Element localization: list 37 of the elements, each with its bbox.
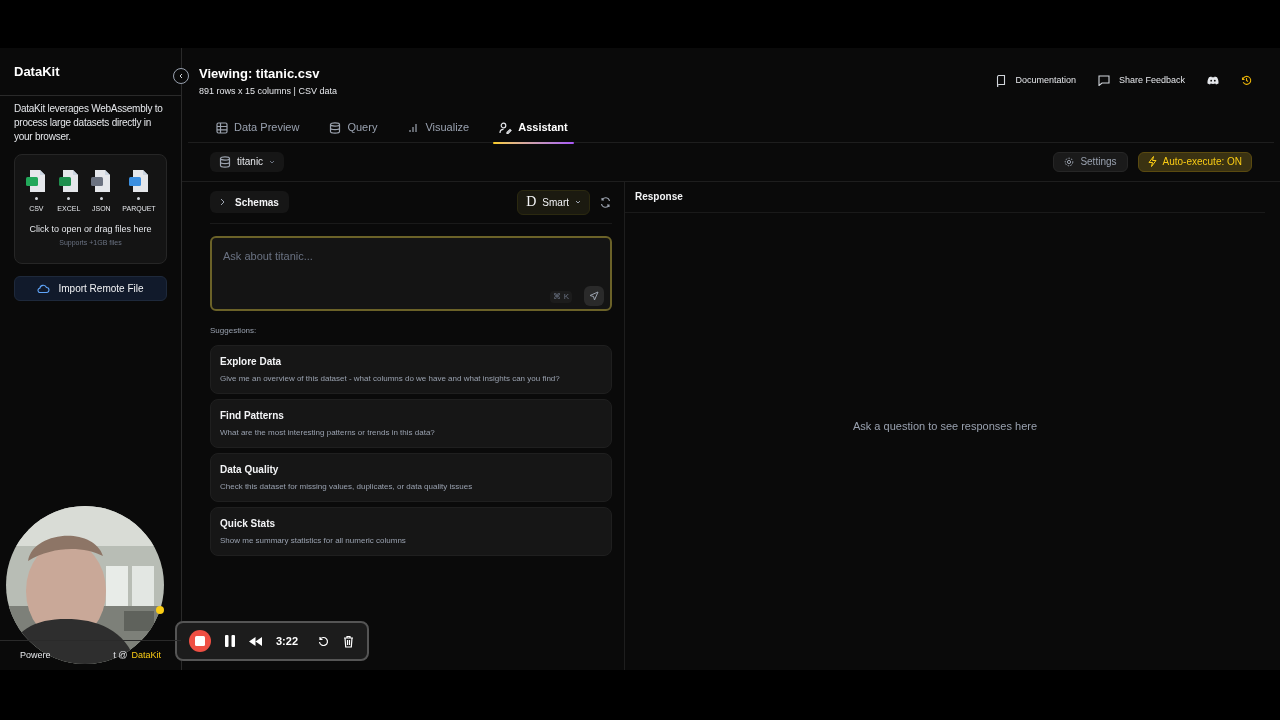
model-logo-icon: D	[526, 195, 537, 209]
empty-response-text: Ask a question to see responses here	[852, 419, 1038, 434]
tab[interactable]: Assistant	[493, 114, 574, 141]
suggestion-text: Give me an overview of this dataset - what columns do we have and what insights can you find?	[220, 372, 561, 385]
suggestion-title: Find Patterns	[220, 408, 285, 423]
suggestion-card[interactable]: Find Patterns What are the most interesting patterns or trends in this data?	[210, 398, 612, 448]
suggestion-text: Show me summary statistics for all numeric columns	[220, 534, 407, 547]
suggestion-text: Check this dataset for missing values, duplicates, or data quality issues	[220, 480, 474, 493]
brand-title: DataKit	[14, 62, 60, 81]
dataset-dropdown[interactable]: titanic	[210, 151, 285, 172]
tab[interactable]: Data Preview	[210, 114, 306, 141]
header-link[interactable]: Documentation	[996, 74, 1076, 88]
schemas-toggle[interactable]: Schemas	[210, 191, 289, 213]
suggestions-label: Suggestions:	[210, 324, 258, 337]
suggestion-title: Quick Stats	[220, 516, 277, 531]
recording-time: 3:22	[276, 633, 299, 649]
drop-text: Click to open or drag files here	[29, 222, 152, 236]
settings-button[interactable]: Settings	[1053, 151, 1128, 172]
footer-text: Powere	[20, 648, 51, 662]
suggestion-title: Explore Data	[220, 354, 283, 369]
response-title: Response	[635, 190, 683, 204]
suggestion-title: Data Quality	[220, 462, 280, 477]
suggestion-card[interactable]: Quick Stats Show me summary statistics for all numeric columns	[210, 506, 612, 556]
import-remote-file-button[interactable]: Import Remote File	[14, 275, 167, 301]
description-text: DataKit leverages WebAssembly to process large datasets directly in your browser.	[14, 102, 164, 144]
datakit-link[interactable]: DataKit	[131, 648, 161, 663]
footer-text: t @	[113, 648, 128, 662]
tab[interactable]: Query	[323, 114, 384, 141]
tab[interactable]: Visualize	[401, 114, 476, 141]
suggestion-card[interactable]: Explore Data Give me an overview of this dataset - what columns do we have and what insights can you find?	[210, 344, 612, 394]
header-link[interactable]: Share Feedback	[1097, 74, 1185, 88]
suggestion-text: What are the most interesting patterns or trends in this data?	[220, 426, 436, 439]
page-title: Viewing: titanic.csv	[199, 66, 321, 82]
dataset-summary: 891 rows x 15 columns | CSV data	[199, 85, 337, 98]
auto-execute-toggle[interactable]: Auto-execute: ON	[1137, 151, 1252, 172]
suggestion-card[interactable]: Data Quality Check this dataset for missing values, duplicates, or data quality issues	[210, 452, 612, 502]
model-dropdown[interactable]: D Smart	[517, 189, 590, 215]
